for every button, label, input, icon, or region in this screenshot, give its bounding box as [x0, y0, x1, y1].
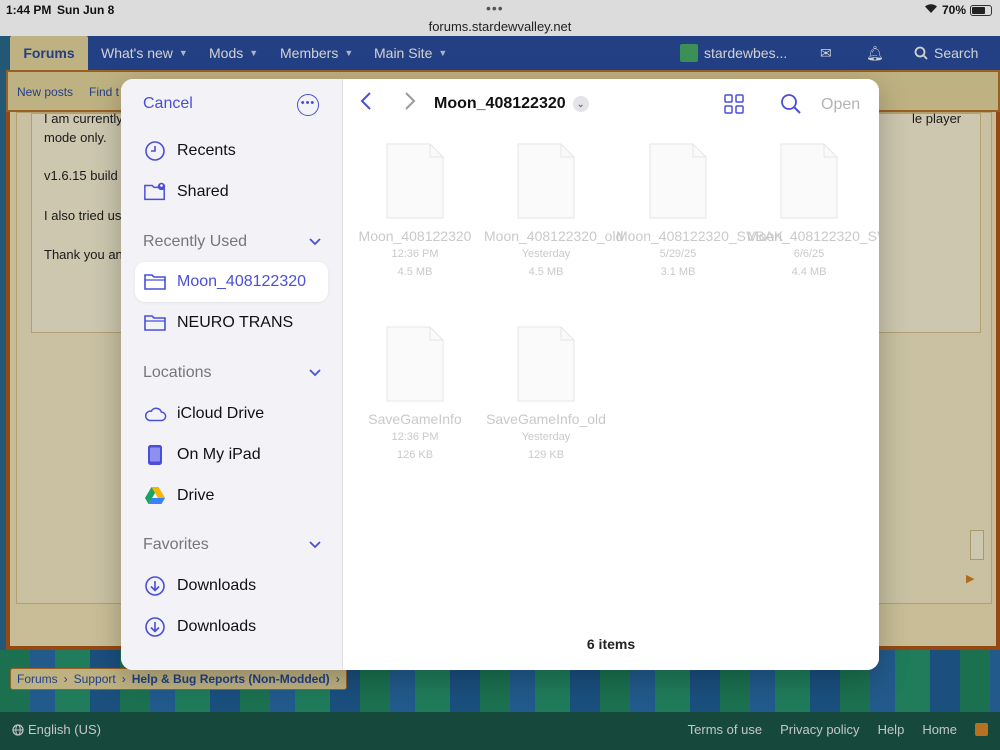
ipad-icon: [143, 443, 167, 467]
sidebar-item-downloads[interactable]: Downloads: [135, 566, 328, 606]
file-size: 129 KB: [527, 449, 565, 461]
cloud-icon: [143, 402, 167, 426]
download-icon: [143, 615, 167, 639]
file-date: 5/29/25: [659, 248, 697, 260]
file-name: Moon_408122320_SVBAK: [616, 228, 784, 244]
status-bar: 1:44 PM Sun Jun 8 ••• forums.stardewvall…: [0, 0, 1000, 36]
sidebar-item-shared[interactable]: Shared: [135, 172, 328, 212]
document-icon: [517, 143, 575, 219]
back-button[interactable]: [359, 91, 373, 117]
chevron-down-icon: ⌄: [572, 96, 589, 112]
status-date: Sun Jun 8: [57, 3, 115, 17]
file-item[interactable]: Moon_408122320_SVEMERG 6/6/25 4.4 MB: [747, 143, 879, 281]
sidebar-item-moon-folder[interactable]: Moon_408122320: [135, 262, 328, 302]
item-count: 6 items: [586, 636, 636, 652]
file-item[interactable]: SaveGameInfo_old Yesterday 129 KB: [484, 326, 608, 464]
recently-used-header[interactable]: Recently Used: [143, 233, 321, 251]
document-icon: [780, 143, 838, 219]
picker-sidebar: Cancel ••• Recents Shared Recently Used …: [121, 79, 343, 670]
folder-icon: [143, 311, 167, 335]
download-icon: [143, 574, 167, 598]
file-size: 3.1 MB: [660, 266, 696, 278]
chevron-right-icon: [405, 92, 416, 110]
battery-icon: [970, 4, 992, 16]
status-time: 1:44 PM: [6, 3, 52, 17]
file-item[interactable]: Moon_408122320_SVBAK 5/29/25 3.1 MB: [616, 143, 784, 281]
url-bar[interactable]: forums.stardewvalley.net: [0, 19, 1000, 34]
chevron-down-icon: [309, 366, 321, 380]
document-icon: [386, 143, 444, 219]
chevron-left-icon: [360, 92, 371, 110]
file-date: Yesterday: [521, 431, 571, 443]
folder-title[interactable]: Moon_408122320 ⌄: [434, 95, 589, 113]
sidebar-item-icloud[interactable]: iCloud Drive: [135, 394, 328, 434]
file-size: 4.5 MB: [528, 266, 564, 278]
wifi-icon: [924, 3, 938, 17]
sidebar-item-drive[interactable]: Drive: [135, 476, 328, 516]
shared-folder-icon: [143, 180, 167, 204]
favorites-header[interactable]: Favorites: [143, 536, 321, 554]
file-size: 4.5 MB: [397, 266, 433, 278]
file-size: 4.4 MB: [791, 266, 827, 278]
file-item[interactable]: Moon_408122320 12:36 PM 4.5 MB: [353, 143, 477, 281]
document-icon: [517, 326, 575, 402]
file-name: Moon_408122320: [358, 228, 472, 244]
multitask-dots-icon[interactable]: •••: [486, 0, 504, 16]
sidebar-item-neuro-folder[interactable]: NEURO TRANS: [135, 303, 328, 343]
search-icon[interactable]: [780, 93, 802, 120]
open-button[interactable]: Open: [821, 96, 860, 114]
more-options-icon[interactable]: •••: [297, 94, 319, 116]
file-item[interactable]: Moon_408122320_old Yesterday 4.5 MB: [484, 143, 624, 281]
locations-header[interactable]: Locations: [143, 364, 321, 382]
chevron-down-icon: [309, 235, 321, 249]
battery-indicator: 70%: [924, 3, 992, 17]
document-icon: [386, 326, 444, 402]
file-name: SaveGameInfo: [368, 411, 462, 427]
battery-percent: 70%: [941, 3, 966, 17]
file-date: Yesterday: [521, 248, 571, 260]
clock-icon: [143, 139, 167, 163]
cancel-button[interactable]: Cancel: [143, 95, 193, 113]
sidebar-item-downloads-2[interactable]: Downloads: [135, 607, 328, 647]
file-name: Moon_408122320_SVEMERG: [747, 228, 879, 244]
file-name: SaveGameInfo_old: [486, 411, 606, 427]
grid-view-icon[interactable]: [724, 94, 744, 119]
sidebar-item-on-my-ipad[interactable]: On My iPad: [135, 435, 328, 475]
file-date: 6/6/25: [793, 248, 825, 260]
folder-icon: [143, 270, 167, 294]
chevron-down-icon: [309, 538, 321, 552]
document-icon: [649, 143, 707, 219]
forward-button[interactable]: [403, 91, 417, 117]
sidebar-item-recents[interactable]: Recents: [135, 131, 328, 171]
google-drive-icon: [143, 484, 167, 508]
file-size: 126 KB: [396, 449, 434, 461]
file-name: Moon_408122320_old: [484, 228, 624, 244]
file-item[interactable]: SaveGameInfo 12:36 PM 126 KB: [353, 326, 477, 464]
file-date: 12:36 PM: [391, 248, 439, 260]
file-picker-dialog: Cancel ••• Recents Shared Recently Used …: [121, 79, 879, 670]
file-date: 12:36 PM: [391, 431, 439, 443]
picker-main: Moon_408122320 ⌄ Open Moon_408122320 12:…: [343, 79, 879, 670]
